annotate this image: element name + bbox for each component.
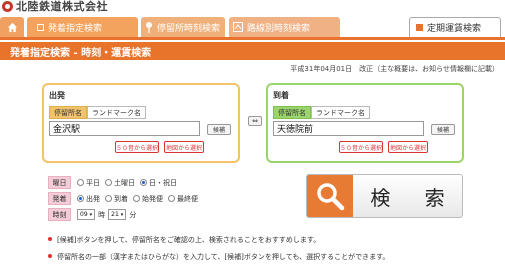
tab-stop-timetable[interactable]: 停留所時刻検索	[141, 17, 225, 37]
departure-title: 出発	[49, 91, 65, 100]
departure-mode-stop[interactable]: 停留所名	[49, 106, 87, 119]
day-weekday-radio[interactable]: 平日	[77, 178, 100, 188]
radio-icon[interactable]	[105, 195, 112, 202]
tab-departure-arrival-search[interactable]: 発着指定検索	[27, 17, 138, 37]
tab-home[interactable]	[0, 17, 24, 37]
departure-station-input[interactable]	[49, 121, 200, 136]
radio-icon[interactable]	[133, 195, 140, 202]
arrival-select-map-button[interactable]: 地図から選択	[388, 141, 428, 153]
square-bullet-icon	[37, 23, 44, 31]
logo-text: 北陸鉄道株式会社	[16, 0, 108, 13]
arrival-candidate-button[interactable]: 候補	[431, 124, 455, 135]
minute-select[interactable]: 21 ▾	[108, 209, 127, 220]
arrival-mode-landmark[interactable]: ランドマーク名	[311, 106, 370, 119]
departure-mode-landmark[interactable]: ランドマーク名	[87, 106, 146, 119]
day-holiday-radio[interactable]: 日・祝日	[140, 178, 177, 188]
minute-unit: 分	[129, 210, 137, 219]
radio-icon[interactable]	[77, 179, 84, 186]
tab-underline	[0, 37, 505, 40]
day-saturday-radio[interactable]: 土曜日	[105, 178, 135, 188]
arrival-panel: 到着 停留所名 ランドマーク名 候補 ５０音から選択 地図から選択	[266, 83, 464, 163]
hour-unit: 時	[98, 210, 106, 219]
day-label: 曜日	[48, 176, 71, 189]
hour-select[interactable]: 09 ▾	[77, 209, 96, 220]
search-button[interactable]: 検 索	[306, 174, 463, 218]
departure-candidate-button[interactable]: 候補	[207, 124, 231, 135]
square-bullet-icon	[416, 24, 423, 31]
bus-stop-icon	[146, 21, 152, 33]
search-icon-box	[307, 175, 353, 217]
revision-notice: 平成31年04月01日 改正（主な概要は、お知らせ情報欄に記載）	[290, 65, 499, 73]
type-arrive-radio[interactable]: 到着	[105, 194, 128, 204]
arrival-station-input[interactable]	[273, 121, 424, 136]
swap-stations-button[interactable]: ⇔	[248, 116, 262, 126]
tab-stop-label: 停留所時刻検索	[157, 23, 221, 34]
radio-selected-icon[interactable]	[140, 179, 147, 186]
type-label: 発着	[48, 192, 71, 205]
time-option-row: 時刻 09 ▾ 時 21 ▾ 分	[48, 208, 139, 221]
time-label: 時刻	[48, 208, 71, 221]
tab-route-label: 路線別時刻検索	[247, 23, 311, 34]
arrival-mode-tabs: 停留所名 ランドマーク名	[273, 106, 370, 119]
arrival-title: 到着	[273, 91, 289, 100]
route-icon	[233, 22, 243, 32]
type-option-row: 発着 出発 到着 始発便 最終便	[48, 192, 203, 205]
type-depart-radio[interactable]: 出発	[77, 194, 100, 204]
tab-commuter-pass-search[interactable]: 定期運賃検索	[409, 17, 501, 37]
departure-select-map-button[interactable]: 地図から選択	[164, 141, 204, 153]
departure-panel: 出発 停留所名 ランドマーク名 候補 ５０音から選択 地図から選択	[42, 83, 240, 163]
arrival-mode-stop[interactable]: 停留所名	[273, 106, 311, 119]
note-item: 停留所名の一部（漢字またはひらがな）を入力して、[候補]ボタンを押しても、選択す…	[48, 252, 498, 262]
note-item: [候補]ボタンを押して、停留所名をご確認の上、検索されることをおすすめします。	[48, 235, 498, 245]
home-icon	[7, 22, 17, 32]
logo-mark-icon	[2, 0, 13, 12]
departure-select-kana-button[interactable]: ５０音から選択	[115, 141, 159, 153]
chevron-down-icon: ▾	[120, 211, 124, 218]
company-logo[interactable]: 北陸鉄道株式会社	[2, 0, 108, 13]
arrival-select-kana-button[interactable]: ５０音から選択	[339, 141, 383, 153]
nav-tabs: 発着指定検索 停留所時刻検索 路線別時刻検索 定期運賃検索	[0, 17, 505, 37]
help-notes: [候補]ボタンを押して、停留所名をご確認の上、検索されることをおすすめします。 …	[48, 235, 498, 265]
departure-mode-tabs: 停留所名 ランドマーク名	[49, 106, 146, 119]
type-first-radio[interactable]: 始発便	[133, 194, 163, 204]
chevron-down-icon: ▾	[89, 211, 93, 218]
search-button-label: 検 索	[370, 185, 459, 210]
page-title: 発着指定検索 - 時刻・運賃検索	[0, 42, 505, 60]
tab-pass-label: 定期運賃検索	[427, 24, 482, 34]
search-icon	[317, 183, 345, 211]
type-last-radio[interactable]: 最終便	[168, 194, 198, 204]
radio-icon[interactable]	[105, 179, 112, 186]
tab-main-label: 発着指定検索	[48, 23, 103, 34]
tab-route-timetable[interactable]: 路線別時刻検索	[229, 17, 340, 37]
radio-selected-icon[interactable]	[77, 195, 84, 202]
day-option-row: 曜日 平日 土曜日 日・祝日	[48, 176, 182, 189]
radio-icon[interactable]	[168, 195, 175, 202]
